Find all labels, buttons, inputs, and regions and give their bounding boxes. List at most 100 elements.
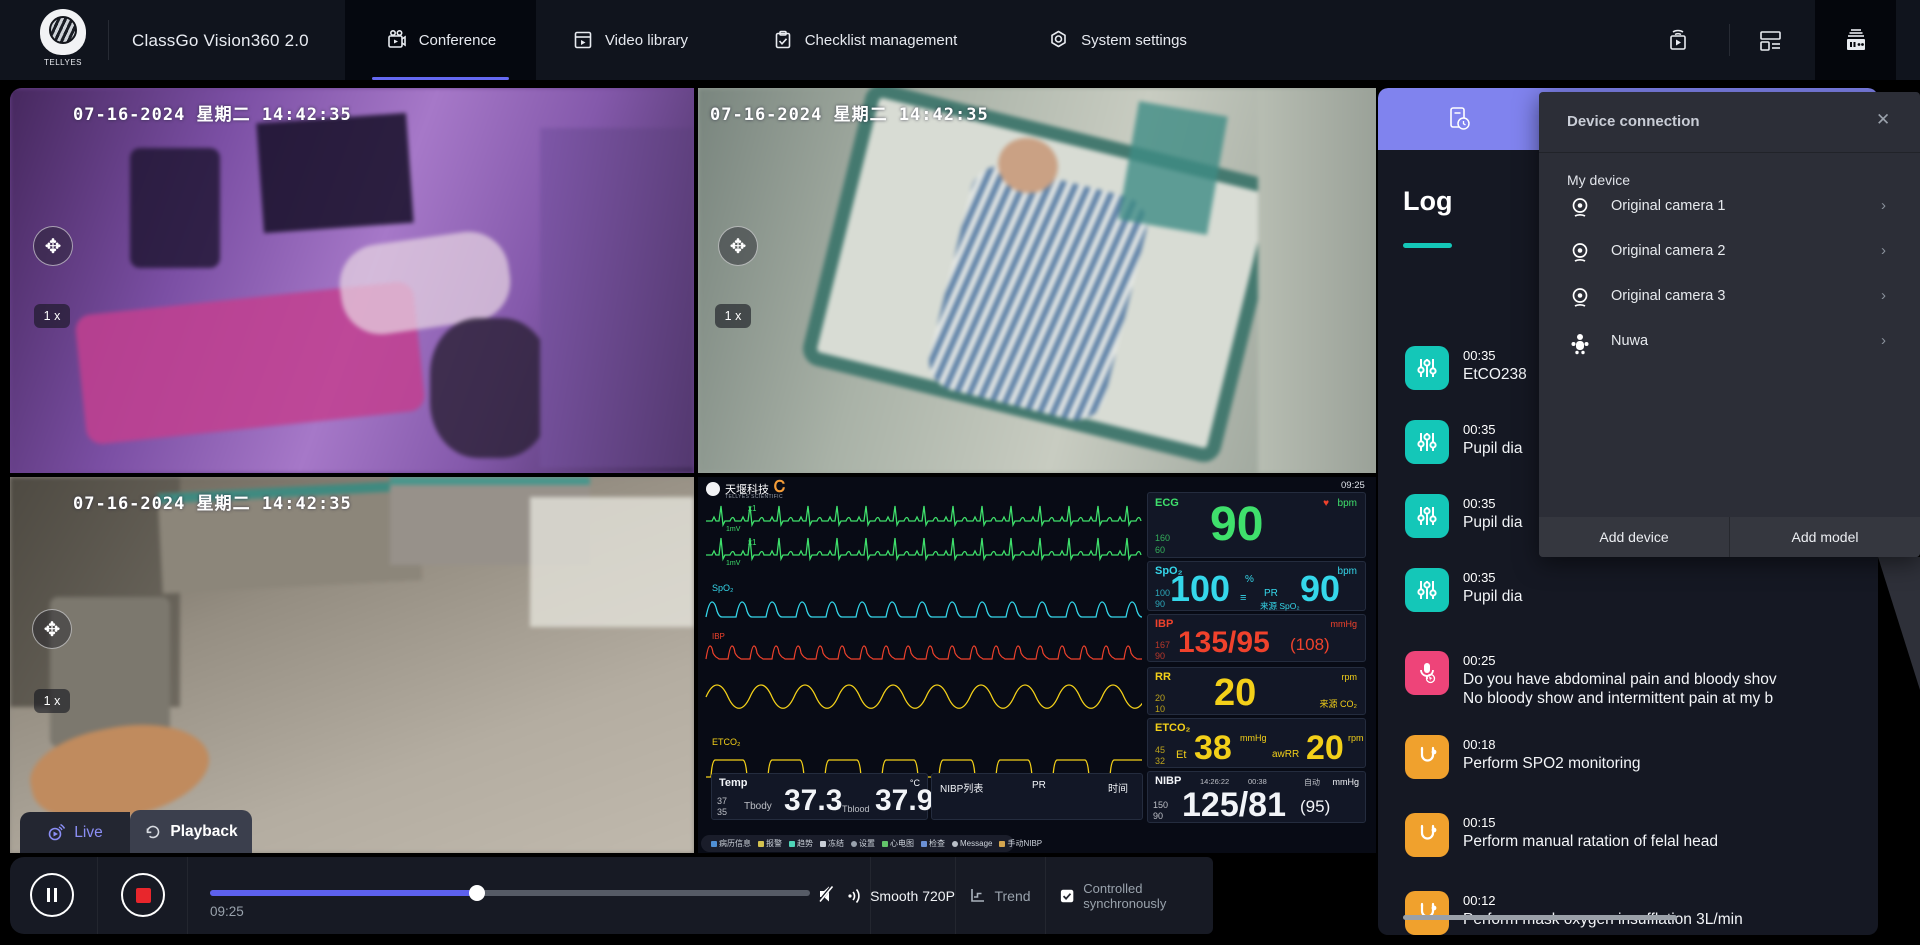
tab-playback[interactable]: Playback [130,810,252,853]
webcam-icon [1568,241,1592,265]
camera-scene [698,88,1376,473]
checklist-icon [773,30,793,50]
patient-monitor-feed[interactable]: 天堰科技 TELLYES SCIENTIFIC Ꮯ 09:25 x1 1mV x… [698,477,1376,853]
monitor-toolbar[interactable]: 病历信息 报警 趋势 冻结 设置 心电图 检查 Message 手动NIBP [701,835,1014,852]
log-entry[interactable]: 00:18 Perform SPO2 monitoring [1378,735,1878,799]
camera-scene [10,88,694,473]
spo2-vital-box[interactable]: SpO₂ bpm 100 % 100 90 ≡ PR 来源 SpO₂ 90 [1147,561,1366,611]
camera-timestamp: 07-16-2024 星期二 14:42:35 [73,100,352,125]
add-model-button[interactable]: Add model [1730,517,1920,557]
rr-vital-box[interactable]: RR rpm 20 20 10 来源 CO₂ [1147,667,1366,715]
heart-icon: ♥ [1323,498,1329,509]
device-row-camera-3[interactable]: Original camera 3 › [1539,276,1920,321]
settings-icon [851,841,857,847]
pan-control[interactable]: ✥ [32,609,72,649]
top-nav: TELLYES ClassGo Vision360 2.0 Conference… [0,0,1920,80]
freeze-icon [820,841,826,847]
vital-label: ECG [1155,497,1179,509]
pan-control[interactable]: ✥ [718,226,758,266]
device-connection-icon [1841,25,1871,55]
chevron-right-icon: › [1881,197,1886,214]
log-title-underline [1403,243,1452,248]
ecg-vital-box[interactable]: ECG ♥ bpm 90 160 60 [1147,492,1366,558]
device-row-camera-2[interactable]: Original camera 2 › [1539,231,1920,276]
ibp-wave-label: IBP [712,632,725,641]
webcam-icon [1568,286,1592,310]
waveform-area: x1 1mV x1 1mV SpO₂ IBP ETCO₂ [704,499,1142,789]
pan-control[interactable]: ✥ [33,226,73,266]
stop-record-button[interactable] [121,873,165,917]
tab-label: Video library [605,32,688,49]
log-entry[interactable]: 00:12 Perform mask oxygen insufflation 3… [1378,891,1878,935]
camera-feed-3[interactable]: 07-16-2024 星期二 14:42:35 ✥ 1 x [10,477,694,853]
camera-feed-1[interactable]: 07-16-2024 星期二 14:42:35 ✥ 1 x [10,88,694,473]
ibp-vital-box[interactable]: IBP mmHg 135/95 (108) 167 90 [1147,614,1366,662]
progress-track[interactable] [210,890,810,896]
temp-vital-box[interactable]: Temp °C 37 35 Tbody 37.3 Tblood 37.9 [711,773,928,820]
nibp-vital-box[interactable]: NIBP 14:26:22 00:38 自动 mmHg 125/81 (95) … [1147,771,1366,823]
vital-unit: bpm [1338,498,1357,509]
log-title: Log [1403,186,1452,217]
tab-conference[interactable]: Conference [345,0,536,80]
flame-logo-icon: Ꮯ [774,479,785,497]
layout-button[interactable] [1757,27,1784,54]
sync-checkbox[interactable] [1060,888,1074,904]
live-stream-button[interactable] [1664,26,1692,54]
camera-feed-2[interactable]: 07-16-2024 星期二 14:42:35 ✥ 1 x [698,88,1376,473]
device-row-nuwa[interactable]: Nuwa › [1539,321,1920,366]
etco2-vital-box[interactable]: ETCO₂ 45 32 Et 38 mmHg awRR 20 rpm [1147,718,1366,768]
device-panel-title: Device connection [1567,113,1700,130]
trend-button[interactable]: Trend [955,857,1045,934]
exam-icon [921,841,927,847]
tab-video-library[interactable]: Video library [536,0,725,80]
etco2-wave-label: ETCO₂ [712,737,741,747]
log-entry[interactable]: 00:25 Do you have abdominal pain and blo… [1378,651,1878,721]
microphone-icon [1405,651,1449,695]
ecg-gain-label: x1 [748,504,757,513]
log-document-icon [1445,105,1473,133]
pause-button[interactable] [30,873,74,917]
trend-chart-icon [969,887,986,904]
progress-thumb[interactable] [469,885,485,901]
spo2-wave-label: SpO₂ [712,583,734,593]
progress-fill [210,890,477,896]
zoom-level-badge[interactable]: 1 x [34,304,70,328]
patient-info-icon [711,841,717,847]
ecg-scale-label: 1mV [726,526,741,533]
log-entry-time: 00:35 [1463,348,1496,363]
video-library-icon [573,30,593,50]
tab-live[interactable]: Live [20,812,130,853]
tab-playback-label: Playback [170,823,237,841]
parameter-sliders-icon [1405,420,1449,464]
muted-speaker-icon [816,883,838,905]
quality-selector[interactable]: Smooth 720P [870,857,955,934]
volume-button[interactable] [846,885,864,903]
zoom-level-badge[interactable]: 1 x [34,689,70,713]
webcam-icon [1568,196,1592,220]
sync-control[interactable]: Controlled synchronously [1060,857,1213,934]
volume-waves-icon [846,885,864,903]
log-entry[interactable]: 00:35 Pupil dia [1378,568,1878,632]
device-connection-button[interactable] [1815,0,1896,80]
device-row-camera-1[interactable]: Original camera 1 › [1539,186,1920,231]
close-icon[interactable]: ✕ [1876,110,1890,130]
manual-nibp-icon [999,841,1005,847]
app-title: ClassGo Vision360 2.0 [132,31,309,51]
tianyan-logo-icon [706,482,720,496]
log-entry[interactable]: 00:15 Perform manual ratation of felal h… [1378,813,1878,877]
manikin-icon [1568,331,1592,355]
parameter-sliders-icon [1405,346,1449,390]
mute-button[interactable] [816,883,838,905]
stethoscope-icon [1405,735,1449,779]
tab-checklist-management[interactable]: Checklist management [725,0,1005,80]
nibp-list-box[interactable]: NIBP列表 PR 时间 [931,773,1143,820]
svg-text:1mV: 1mV [726,560,741,567]
trend-label: Trend [994,888,1030,904]
add-device-button[interactable]: Add device [1539,517,1730,557]
playback-history-icon [144,823,162,841]
device-connection-panel: Device connection ✕ My device Original c… [1539,92,1920,557]
tab-system-settings[interactable]: System settings [1005,0,1230,80]
stop-icon [136,888,151,903]
zoom-level-badge[interactable]: 1 x [715,304,751,328]
log-horizontal-scrollbar[interactable] [1403,915,1677,920]
